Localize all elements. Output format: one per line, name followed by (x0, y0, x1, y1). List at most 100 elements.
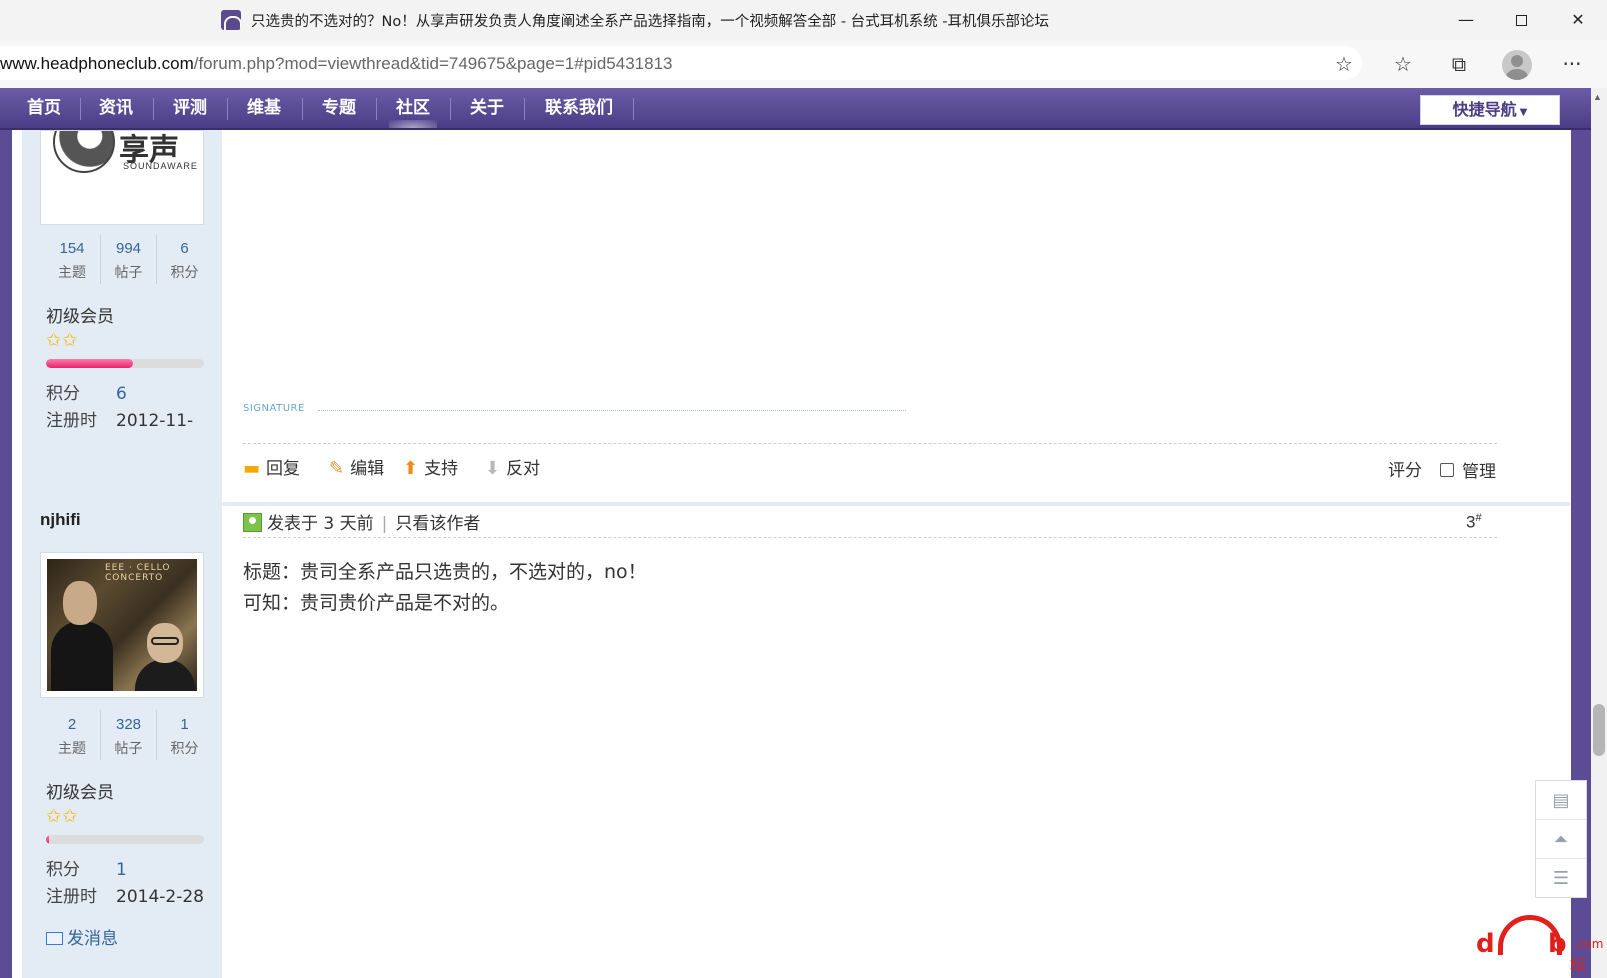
nav-separator (376, 98, 377, 120)
page-frame-left (0, 130, 12, 978)
comment-icon[interactable]: ▤ (1536, 781, 1586, 820)
stat-posts[interactable]: 328 帖子 (100, 710, 156, 760)
nav-separator (302, 98, 303, 120)
actions-divider (243, 443, 1497, 444)
brand-logo-subtext: SOUNDAWARE (123, 161, 198, 171)
thread-content: 享声 SOUNDAWARE 154 主题 994 帖子 6 积分 初级会员 ✩✩… (12, 130, 1571, 978)
register-label: 注册时 (46, 887, 97, 907)
close-button[interactable]: ✕ (1555, 4, 1601, 36)
reply-label: 回复 (266, 459, 301, 479)
caret-down-icon: ▼ (1519, 107, 1528, 118)
nav-reviews[interactable]: 评测 (172, 88, 208, 128)
collections-icon[interactable]: ⧉ (1445, 50, 1473, 78)
nav-separator (153, 98, 154, 120)
floor-number[interactable]: 3# (1466, 512, 1482, 533)
nav-separator (227, 98, 228, 120)
points-value[interactable]: 1 (116, 860, 127, 880)
author-avatar[interactable]: 享声 SOUNDAWARE (40, 130, 204, 225)
signature-label: SIGNATURE (243, 403, 305, 414)
nav-about[interactable]: 关于 (469, 88, 505, 128)
edit-label: 编辑 (350, 459, 385, 479)
edit-button[interactable]: ✎ 编辑 (329, 454, 384, 479)
more-icon[interactable]: ··· (1558, 50, 1586, 78)
user-rank[interactable]: 初级会员 (46, 302, 114, 327)
stat-threads[interactable]: 2 主题 (44, 710, 100, 760)
url-host: www.headphoneclub.com (0, 54, 194, 73)
points-value[interactable]: 6 (116, 384, 127, 404)
photo-figure (135, 659, 195, 691)
post-divider (22, 502, 1570, 506)
points-label: 积分 (46, 860, 80, 880)
nav-news[interactable]: 资讯 (98, 88, 134, 128)
url-path: /forum.php?mod=viewthread&tid=749675&pag… (193, 54, 673, 73)
rank-stars-icon: ✩✩ (46, 330, 79, 351)
stat-posts[interactable]: 994 帖子 (100, 234, 156, 284)
only-author-link[interactable]: 只看该作者 (395, 514, 480, 534)
nav-community[interactable]: 社区 (389, 88, 437, 128)
nav-wiki[interactable]: 维基 (246, 88, 282, 128)
stat-points[interactable]: 6 积分 (156, 234, 212, 284)
oppose-label: 反对 (506, 459, 541, 479)
nav-separator (524, 98, 525, 120)
rate-button[interactable]: 评分 (1388, 456, 1422, 481)
user-rank[interactable]: 初级会员 (46, 778, 114, 803)
stat-label: 主题 (58, 741, 86, 757)
nav-contact[interactable]: 联系我们 (543, 88, 615, 128)
points-label: 积分 (46, 384, 80, 404)
arrow-up-icon: ⬆ (403, 458, 419, 479)
reply-button[interactable]: ▬ 回复 (243, 454, 300, 479)
maximize-button[interactable] (1498, 4, 1544, 36)
nav-topics[interactable]: 专题 (321, 88, 357, 128)
nav-separator (80, 98, 81, 120)
manage-label[interactable]: 管理 (1462, 457, 1496, 482)
minimize-button[interactable]: — (1443, 4, 1489, 36)
author-avatar[interactable]: EEE · CELLO CONCERTO (40, 552, 204, 698)
author-name[interactable]: njhifi (40, 510, 81, 530)
oppose-button[interactable]: ⬇ 反对 (485, 454, 540, 479)
points-row: 积分 6 (46, 379, 127, 404)
pencil-icon: ✎ (329, 458, 345, 479)
post-time: 发表于 3 天前 (267, 514, 374, 534)
profile-icon[interactable] (1502, 50, 1532, 80)
site-nav: 首页 资讯 评测 维基 专题 社区 关于 联系我们 (0, 88, 1591, 130)
register-label: 注册时 (46, 411, 97, 431)
post-line: 标题：贵司全系产品只选贵的，不选对的，no！ (243, 561, 647, 583)
stat-points[interactable]: 1 积分 (156, 710, 212, 760)
browser-titlebar: 只选贵的不选对的？No！从享声研发负责人角度阐述全系产品选择指南，一个视频解答全… (0, 0, 1607, 40)
avatar-caption: EEE · CELLO CONCERTO (105, 563, 171, 583)
watermark-text: 坛 (1570, 955, 1587, 974)
back-to-top-icon[interactable]: ⏶ (1536, 820, 1586, 859)
manage-checkbox[interactable] (1440, 463, 1454, 477)
stat-num: 994 (115, 240, 142, 257)
author-stats: 154 主题 994 帖子 6 积分 (44, 234, 214, 286)
reply-icon: ▬ (243, 458, 261, 479)
quick-nav-button[interactable]: 快捷导航 ▼ (1420, 95, 1560, 125)
register-row: 注册时 2014-2-28 (46, 882, 204, 907)
nav-separator (633, 98, 634, 120)
post-meta: 发表于 3 天前 | 只看该作者 (243, 509, 480, 534)
list-icon[interactable]: ☰ (1536, 859, 1586, 898)
url-input[interactable]: www.headphoneclub.com/forum.php?mod=view… (0, 46, 1362, 80)
post-line: 可知：贵司贵价产品是不对的。 (243, 592, 510, 614)
send-message-label: 发消息 (67, 929, 118, 949)
page-scrollbar[interactable] (1591, 88, 1607, 978)
signature-divider (318, 410, 906, 411)
arrow-down-icon: ⬇ (485, 458, 501, 479)
rank-stars-icon: ✩✩ (46, 806, 79, 827)
send-message-link[interactable]: 发消息 (46, 924, 118, 949)
maximize-icon (1515, 15, 1527, 26)
add-favorite-icon[interactable]: ☆ (1330, 50, 1358, 78)
floating-toolbar: ▤ ⏶ ☰ (1535, 780, 1587, 898)
stat-num: 6 (180, 240, 189, 257)
support-button[interactable]: ⬆ 支持 (403, 454, 458, 479)
scroll-thumb[interactable] (1593, 704, 1605, 756)
scroll-up-arrow-icon[interactable]: ▲ (1593, 92, 1602, 102)
register-date: 2012-11- (116, 411, 194, 431)
tab-title[interactable]: 只选贵的不选对的？No！从享声研发负责人角度阐述全系产品选择指南，一个视频解答全… (251, 10, 1049, 31)
stat-threads[interactable]: 154 主题 (44, 234, 100, 284)
level-progress-bar (46, 835, 204, 844)
favorites-icon[interactable]: ☆ (1389, 50, 1417, 78)
register-row: 注册时 2012-11- (46, 406, 193, 431)
nav-home[interactable]: 首页 (26, 88, 62, 128)
stat-label: 积分 (170, 741, 199, 757)
